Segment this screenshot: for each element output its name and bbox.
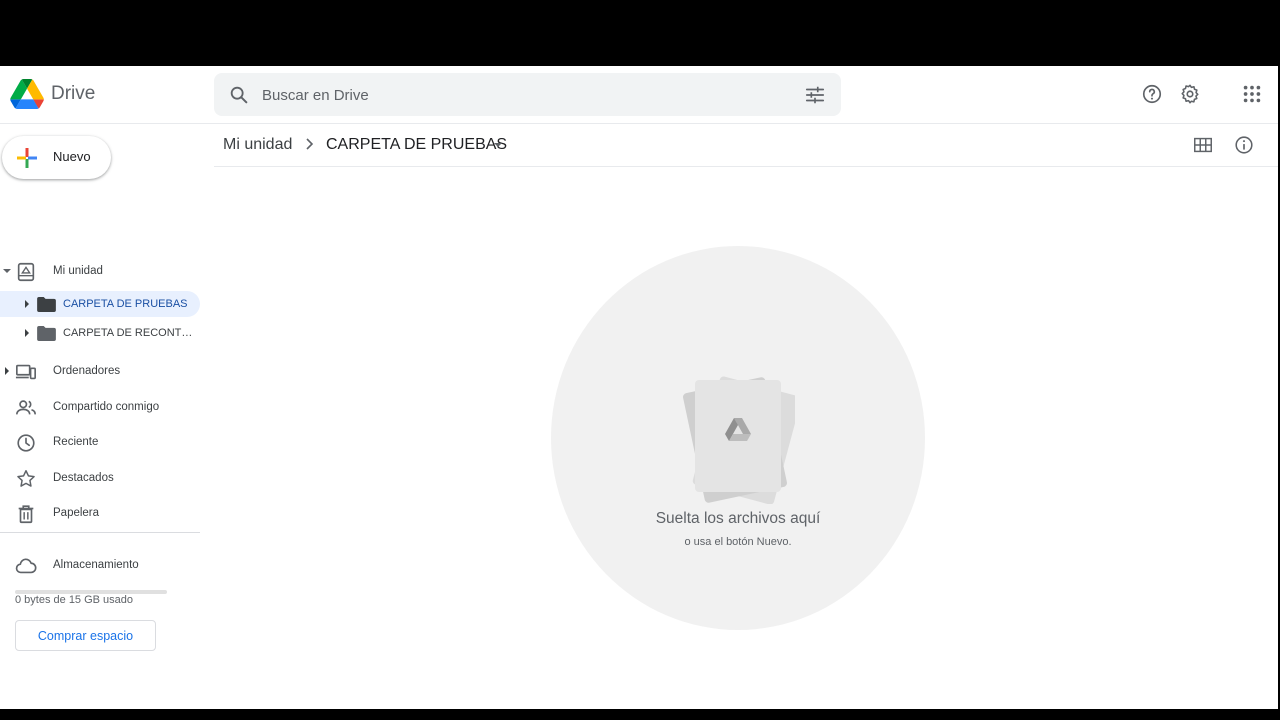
grid-view-icon[interactable] (1192, 134, 1214, 156)
sidebar-item-my-drive[interactable]: Mi unidad (0, 258, 200, 286)
sidebar-item-computers[interactable]: Ordenadores (0, 358, 200, 386)
sidebar-item-label: Ordenadores (53, 365, 121, 377)
settings-icon[interactable] (1179, 83, 1201, 105)
top-bar: Drive (0, 66, 1278, 124)
sidebar-item-shared[interactable]: Compartido conmigo (0, 394, 200, 422)
folder-label: CARPETA DE PRUEBAS (63, 298, 188, 310)
sidebar-item-recent[interactable]: Reciente (0, 429, 200, 457)
drop-zone-subtitle: o usa el botón Nuevo. (684, 536, 792, 548)
computers-icon (15, 364, 36, 380)
sidebar-item-label: Mi unidad (53, 265, 103, 277)
caret-down-icon[interactable] (493, 140, 503, 150)
drop-zone-title: Suelta los archivos aquí (655, 510, 821, 527)
new-button-label: Nuevo (53, 149, 91, 164)
sidebar-divider (0, 532, 200, 533)
search-input[interactable] (262, 84, 782, 106)
folder-label: CARPETA DE RECONTRA PRUEBAS (63, 327, 199, 339)
sidebar: Nuevo Mi unidad CARPETA DE PRUEBAS CARPE… (0, 124, 214, 709)
search-icon[interactable] (228, 84, 250, 106)
storage-usage-text: 0 bytes de 15 GB usado (15, 594, 134, 606)
help-icon[interactable] (1141, 83, 1163, 105)
sidebar-item-storage[interactable]: Almacenamiento (0, 552, 200, 580)
breadcrumb: Mi unidad CARPETA DE PRUEBAS (214, 124, 1278, 167)
folder-icon (37, 297, 56, 312)
cloud-icon (15, 558, 37, 574)
sidebar-item-label: Compartido conmigo (53, 401, 160, 413)
sidebar-folder-carpeta-de-pruebas[interactable]: CARPETA DE PRUEBAS (0, 291, 200, 317)
chevron-right-icon (306, 138, 314, 150)
drop-zone[interactable]: Suelta los archivos aquí o usa el botón … (551, 246, 925, 630)
sidebar-item-starred[interactable]: Destacados (0, 465, 200, 493)
drop-files-illustration-icon (683, 376, 795, 504)
drive-logo-icon[interactable] (10, 79, 44, 109)
sidebar-folder-carpeta-de-recontra-pruebas[interactable]: CARPETA DE RECONTRA PRUEBAS (0, 320, 200, 346)
sidebar-item-label: Papelera (53, 507, 100, 519)
apps-grid-icon[interactable] (1241, 83, 1263, 105)
app-name: Drive (51, 83, 96, 104)
drive-window: Drive Buscar en Drive Nuevo Mi unidad CA… (0, 66, 1278, 709)
shared-icon (16, 400, 36, 415)
clock-icon (17, 434, 35, 452)
sidebar-item-label: Almacenamiento (53, 559, 139, 571)
breadcrumb-current[interactable]: CARPETA DE PRUEBAS (326, 136, 507, 154)
caret-right-icon[interactable] (2, 366, 12, 376)
caret-down-icon[interactable] (2, 266, 12, 276)
sidebar-item-label: Reciente (53, 436, 99, 448)
trash-icon (18, 505, 34, 524)
caret-right-icon[interactable] (22, 328, 32, 338)
caret-right-icon[interactable] (22, 299, 32, 309)
sidebar-item-label: Destacados (53, 472, 114, 484)
star-icon (17, 470, 35, 487)
new-button[interactable]: Nuevo (2, 136, 111, 179)
breadcrumb-root[interactable]: Mi unidad (223, 136, 292, 154)
search-bar[interactable] (214, 73, 841, 116)
info-icon[interactable] (1233, 134, 1255, 156)
plus-icon (17, 148, 37, 168)
buy-storage-button[interactable]: Comprar espacio (15, 620, 156, 651)
search-options-icon[interactable] (804, 84, 826, 106)
folder-icon (37, 326, 56, 341)
sidebar-item-trash[interactable]: Papelera (0, 500, 200, 528)
my-drive-icon (17, 262, 35, 282)
main-content: Mi unidad CARPETA DE PRUEBAS Suelta los … (214, 124, 1278, 709)
